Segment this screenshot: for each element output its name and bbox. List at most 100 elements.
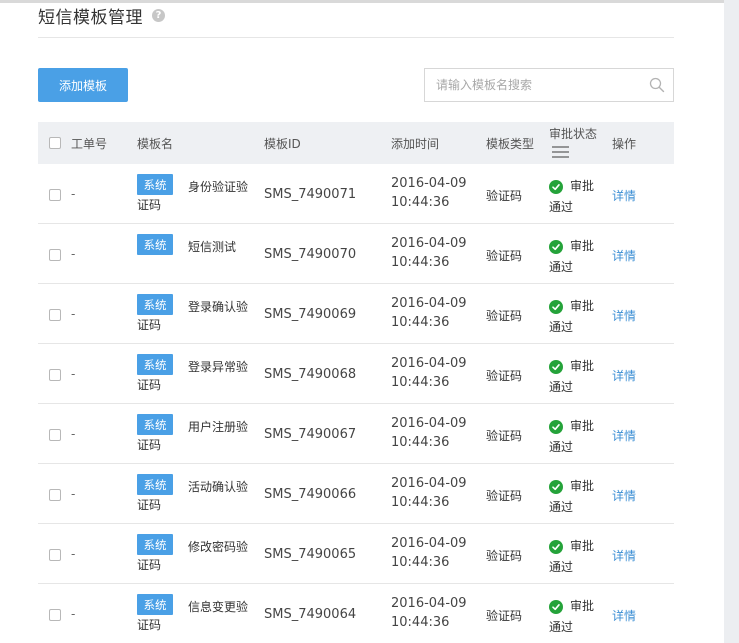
order-no: -	[71, 247, 76, 261]
page-header: 短信模板管理 ?	[38, 4, 165, 28]
row-checkbox[interactable]	[49, 549, 61, 561]
check-circle-icon	[549, 360, 563, 374]
template-type: 验证码	[486, 489, 523, 503]
search-input[interactable]	[436, 78, 649, 92]
detail-link[interactable]: 详情	[612, 307, 636, 324]
column-header-status: 审批状态	[549, 122, 597, 164]
column-header-added-time: 添加时间	[391, 136, 440, 151]
added-clock: 10:44:36	[391, 255, 450, 270]
detail-link[interactable]: 详情	[612, 487, 636, 504]
template-type: 验证码	[486, 549, 523, 563]
row-checkbox[interactable]	[49, 429, 61, 441]
approval-status: 审批 通过	[549, 416, 609, 458]
row-checkbox-cell	[49, 549, 61, 564]
check-circle-icon	[549, 180, 563, 194]
status-label-line1: 审批	[570, 179, 595, 193]
template-type: 验证码	[486, 249, 523, 263]
detail-link[interactable]: 详情	[612, 367, 636, 384]
template-id: SMS_7490070	[264, 247, 357, 262]
template-name: 短信测试	[188, 240, 237, 254]
added-time: 2016-04-09 10:44:36	[391, 294, 467, 332]
row-checkbox[interactable]	[49, 309, 61, 321]
check-circle-icon	[549, 480, 563, 494]
added-clock: 10:44:36	[391, 555, 450, 570]
select-all-checkbox[interactable]	[49, 137, 61, 149]
approval-status: 审批 通过	[549, 476, 609, 518]
status-label-line1: 审批	[570, 359, 595, 373]
detail-link[interactable]: 详情	[612, 187, 636, 204]
status-label-line1: 审批	[570, 479, 595, 493]
table-row: - 系统 修改密码验 证码 SMS_7490065 2016-04-09 10:…	[38, 524, 674, 584]
question-circle-icon[interactable]: ?	[152, 8, 165, 22]
added-date: 2016-04-09	[391, 476, 467, 491]
row-checkbox-cell	[49, 309, 61, 324]
column-header-order-no: 工单号	[71, 136, 108, 151]
select-all-cell	[49, 122, 61, 164]
added-time: 2016-04-09 10:44:36	[391, 174, 467, 212]
row-checkbox-cell	[49, 429, 61, 444]
status-label-line1: 审批	[570, 299, 595, 313]
column-header-status-label: 审批状态	[549, 127, 598, 141]
status-label-line2: 通过	[549, 560, 574, 574]
row-checkbox-cell	[49, 489, 61, 504]
detail-link[interactable]: 详情	[612, 247, 636, 264]
system-tag: 系统	[137, 414, 173, 435]
row-checkbox-cell	[49, 189, 61, 204]
added-clock: 10:44:36	[391, 375, 450, 390]
scrollbar-track[interactable]	[724, 0, 739, 643]
added-time: 2016-04-09 10:44:36	[391, 534, 467, 572]
template-name-tail: 证码	[137, 438, 162, 452]
row-checkbox[interactable]	[49, 489, 61, 501]
system-tag: 系统	[137, 294, 173, 315]
template-name-tail: 证码	[137, 498, 162, 512]
order-no: -	[71, 307, 76, 321]
template-id: SMS_7490064	[264, 607, 357, 622]
row-checkbox[interactable]	[49, 369, 61, 381]
system-tag: 系统	[137, 354, 173, 375]
check-circle-icon	[549, 300, 563, 314]
row-checkbox[interactable]	[49, 249, 61, 261]
row-checkbox-cell	[49, 609, 61, 624]
order-no: -	[71, 487, 76, 501]
search-icon[interactable]	[649, 77, 665, 93]
template-type: 验证码	[486, 369, 523, 383]
template-id: SMS_7490069	[264, 307, 357, 322]
template-id: SMS_7490066	[264, 487, 357, 502]
added-time: 2016-04-09 10:44:36	[391, 234, 467, 272]
row-checkbox[interactable]	[49, 609, 61, 621]
added-date: 2016-04-09	[391, 296, 467, 311]
template-type: 验证码	[486, 609, 523, 623]
template-id: SMS_7490068	[264, 367, 357, 382]
status-label-line2: 通过	[549, 380, 574, 394]
detail-link[interactable]: 详情	[612, 547, 636, 564]
check-circle-icon	[549, 540, 563, 554]
table-row: - 系统 短信测试 SMS_7490070 2016-04-09 10:44:3…	[38, 224, 674, 284]
order-no: -	[71, 547, 76, 561]
row-checkbox-cell	[49, 369, 61, 384]
table-row: - 系统 信息变更验 证码 SMS_7490064 2016-04-09 10:…	[38, 584, 674, 643]
detail-link[interactable]: 详情	[612, 607, 636, 624]
template-id: SMS_7490067	[264, 427, 357, 442]
added-clock: 10:44:36	[391, 315, 450, 330]
add-template-button[interactable]: 添加模板	[38, 68, 128, 102]
approval-status: 审批 通过	[549, 596, 609, 638]
row-checkbox[interactable]	[49, 189, 61, 201]
menu-lines-icon[interactable]	[552, 146, 569, 161]
template-name: 信息变更验	[188, 600, 249, 614]
page-title: 短信模板管理	[38, 7, 143, 28]
table-row: - 系统 身份验证验 证码 SMS_7490071 2016-04-09 10:…	[38, 164, 674, 224]
system-tag-cell: 系统	[137, 174, 173, 195]
table-row: - 系统 登录确认验 证码 SMS_7490069 2016-04-09 10:…	[38, 284, 674, 344]
added-date: 2016-04-09	[391, 356, 467, 371]
template-name: 登录异常验	[188, 360, 249, 374]
system-tag-cell: 系统	[137, 474, 173, 495]
system-tag-cell: 系统	[137, 594, 173, 615]
table-header: 工单号 模板名 模板ID 添加时间 模板类型 审批状态 操作	[38, 122, 674, 164]
template-name: 用户注册验	[188, 420, 249, 434]
template-name: 身份验证验	[188, 180, 249, 194]
template-name-tail: 证码	[137, 198, 162, 212]
status-label-line2: 通过	[549, 200, 574, 214]
detail-link[interactable]: 详情	[612, 427, 636, 444]
system-tag: 系统	[137, 474, 173, 495]
row-checkbox-cell	[49, 249, 61, 264]
